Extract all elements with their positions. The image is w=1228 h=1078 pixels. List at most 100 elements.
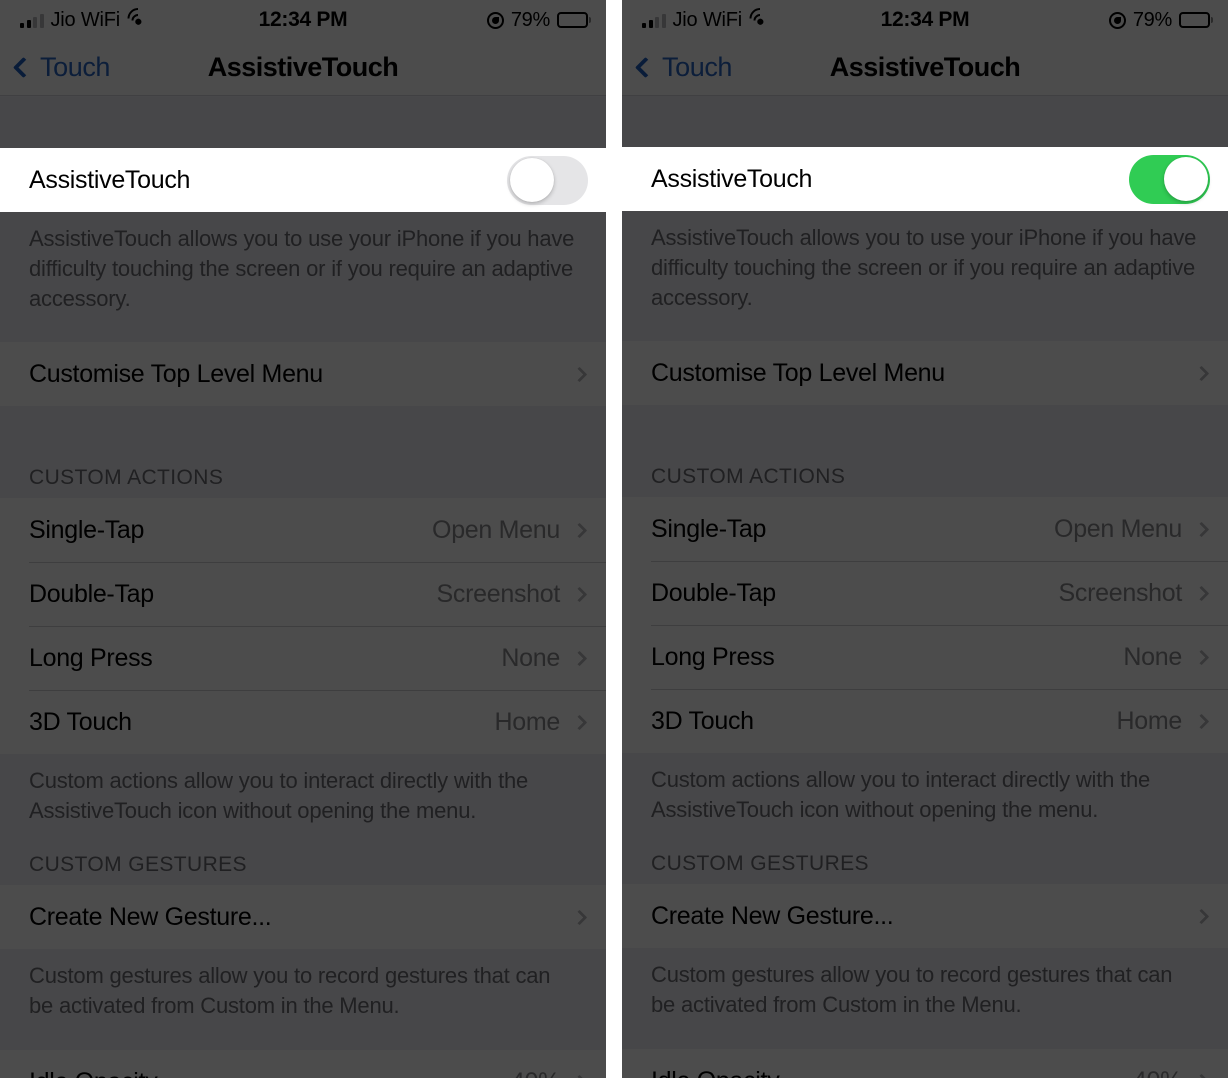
- settings-list-right[interactable]: AssistiveTouch AssistiveTouch allows you…: [622, 96, 1228, 1078]
- row-label: 3D Touch: [651, 706, 754, 735]
- row-right: Screenshot: [1059, 579, 1210, 608]
- row-value: Open Menu: [432, 515, 560, 544]
- row-label: 3D Touch: [29, 707, 132, 736]
- row-double-tap[interactable]: Double-Tap Screenshot: [0, 562, 606, 626]
- screenshot-stage: Jio WiFi 12:34 PM 79% Touch AssistiveTou…: [0, 0, 1228, 1078]
- assistivetouch-footnote: AssistiveTouch allows you to use your iP…: [29, 226, 575, 311]
- chevron-right-icon: [571, 714, 588, 730]
- gap-1: [0, 314, 606, 342]
- row-right: Open Menu: [432, 516, 588, 545]
- custom-actions-group: Single-Tap Open Menu Double-Tap Screensh…: [0, 498, 606, 754]
- location-services-icon: [1108, 11, 1126, 29]
- gap-4: [622, 1020, 1228, 1049]
- row-3d-touch[interactable]: 3D Touch Home: [0, 690, 606, 754]
- row-create-new-gesture[interactable]: Create New Gesture...: [622, 884, 1228, 948]
- row-label: Double-Tap: [29, 579, 154, 608]
- row-single-tap[interactable]: Single-Tap Open Menu: [0, 498, 606, 562]
- custom-actions-footnote: Custom actions allow you to interact dir…: [651, 767, 1151, 822]
- row-idle-opacity[interactable]: Idle Opacity 40%: [0, 1050, 606, 1078]
- idle-opacity-value: 40%: [511, 1068, 560, 1078]
- row-value: Screenshot: [1058, 578, 1183, 607]
- chevron-right-icon: [571, 586, 588, 602]
- gap-1: [622, 313, 1228, 341]
- chevron-right-icon: [571, 522, 588, 538]
- idle-opacity-group: Idle Opacity 40%: [622, 1049, 1228, 1078]
- chevron-left-icon: [634, 56, 657, 79]
- row-right: Screenshot: [437, 580, 588, 609]
- row-right: Open Menu: [1054, 515, 1210, 544]
- row-value: Screenshot: [436, 579, 561, 608]
- navigation-bar: Touch AssistiveTouch: [0, 40, 606, 96]
- chevron-right-icon: [1193, 521, 1210, 537]
- row-right: Home: [495, 708, 589, 737]
- list-top-spacer: [0, 97, 606, 148]
- custom-gestures-group: Create New Gesture...: [622, 884, 1228, 948]
- custom-gestures-footnote: Custom gestures allow you to record gest…: [29, 963, 551, 1018]
- custom-actions-header: CUSTOM ACTIONS: [29, 466, 224, 489]
- row-right: 40%: [511, 1068, 588, 1078]
- chevron-right-icon: [571, 909, 588, 925]
- idle-opacity-group: Idle Opacity 40%: [0, 1050, 606, 1078]
- row-label: Single-Tap: [651, 514, 767, 543]
- customise-menu-label: Customise Top Level Menu: [651, 358, 945, 387]
- chevron-right-icon: [571, 650, 588, 666]
- custom-gestures-header: CUSTOM GESTURES: [651, 852, 869, 875]
- custom-gestures-header: CUSTOM GESTURES: [29, 853, 247, 876]
- row-customise-top-level-menu[interactable]: Customise Top Level Menu: [622, 341, 1228, 405]
- battery-icon: [1179, 12, 1210, 28]
- battery-icon: [557, 12, 588, 28]
- row-value: None: [501, 643, 560, 672]
- gap-3: [0, 826, 606, 853]
- customise-menu-group: Customise Top Level Menu: [0, 342, 606, 406]
- chevron-right-icon: [1193, 713, 1210, 729]
- back-button[interactable]: Touch: [12, 52, 111, 83]
- clock-label: 12:34 PM: [258, 8, 348, 31]
- row-value: Home: [494, 707, 561, 736]
- gap-3: [622, 825, 1228, 852]
- idle-opacity-label: Idle Opacity: [29, 1068, 158, 1078]
- custom-actions-footnote: Custom actions allow you to interact dir…: [29, 768, 529, 823]
- gap-2: [622, 405, 1228, 465]
- row-double-tap[interactable]: Double-Tap Screenshot: [622, 561, 1228, 625]
- chevron-left-icon: [12, 56, 35, 79]
- idle-opacity-value: 40%: [1133, 1067, 1182, 1078]
- row-create-new-gesture[interactable]: Create New Gesture...: [0, 885, 606, 949]
- gap-2: [0, 406, 606, 466]
- row-long-press[interactable]: Long Press None: [622, 625, 1228, 689]
- row-3d-touch[interactable]: 3D Touch Home: [622, 689, 1228, 753]
- row-right: [571, 366, 588, 382]
- chevron-right-icon: [1193, 585, 1210, 601]
- chevron-right-icon: [571, 366, 588, 382]
- dim-overlay-highlight-assistivetouch-row: [0, 148, 606, 212]
- row-idle-opacity[interactable]: Idle Opacity 40%: [622, 1049, 1228, 1078]
- row-customise-top-level-menu[interactable]: Customise Top Level Menu: [0, 342, 606, 406]
- row-right: 40%: [1133, 1067, 1210, 1078]
- row-label: Double-Tap: [651, 578, 776, 607]
- idle-opacity-label: Idle Opacity: [651, 1067, 780, 1078]
- assistivetouch-footnote: AssistiveTouch allows you to use your iP…: [651, 225, 1197, 310]
- back-button-label: Touch: [662, 52, 733, 82]
- dim-overlay-highlight-assistivetouch-row: [622, 147, 1228, 211]
- custom-actions-header: CUSTOM ACTIONS: [651, 465, 846, 488]
- custom-gestures-footnote: Custom gestures allow you to record gest…: [651, 962, 1173, 1017]
- row-right: [1193, 365, 1210, 381]
- row-long-press[interactable]: Long Press None: [0, 626, 606, 690]
- row-value: Home: [1116, 706, 1183, 735]
- create-gesture-label: Create New Gesture...: [29, 902, 272, 931]
- settings-list-left[interactable]: AssistiveTouch AssistiveTouch allows you…: [0, 97, 606, 1078]
- row-right: [1193, 908, 1210, 924]
- chevron-right-icon: [1193, 365, 1210, 381]
- chevron-right-icon: [1193, 649, 1210, 665]
- back-button-label: Touch: [40, 52, 111, 82]
- navigation-bar: Touch AssistiveTouch: [622, 40, 1228, 96]
- status-bar: Jio WiFi 12:34 PM 79%: [622, 0, 1228, 40]
- customise-menu-group: Customise Top Level Menu: [622, 341, 1228, 405]
- back-button[interactable]: Touch: [634, 52, 733, 83]
- create-gesture-label: Create New Gesture...: [651, 901, 894, 930]
- customise-menu-label: Customise Top Level Menu: [29, 359, 323, 388]
- row-right: Home: [1117, 707, 1211, 736]
- location-services-icon: [486, 11, 504, 29]
- panel-assistivetouch-on: Jio WiFi 12:34 PM 79% Touch AssistiveTou…: [622, 0, 1228, 1078]
- status-bar: Jio WiFi 12:34 PM 79%: [0, 0, 606, 40]
- row-single-tap[interactable]: Single-Tap Open Menu: [622, 497, 1228, 561]
